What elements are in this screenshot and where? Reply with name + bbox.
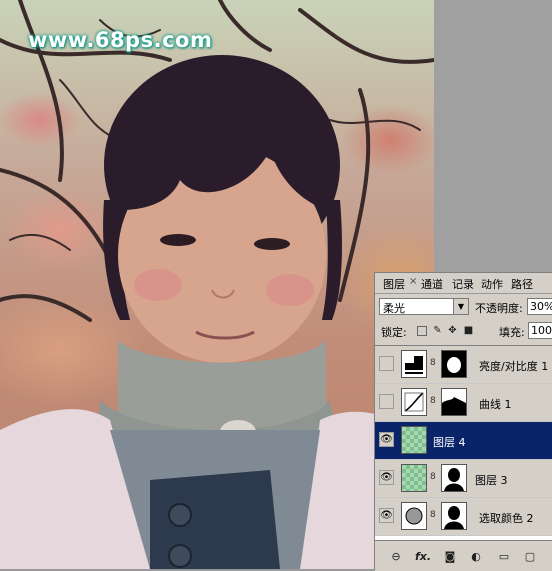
visibility-toggle[interactable] [379,394,394,409]
eye-icon[interactable]: 👁 [379,432,394,447]
watermark-text: www.68ps.com [28,28,213,52]
chain-link-icon[interactable]: 8 [430,396,436,406]
tab-paths[interactable]: 路径 [511,276,533,292]
visibility-toggle[interactable] [379,356,394,371]
mask-icon[interactable]: ◙ [443,550,457,563]
adjustment-selective-color-icon [401,502,427,530]
layer-name: 图层 4 [433,436,466,449]
tab-close-icon[interactable]: × [409,276,417,287]
link-layers-icon[interactable]: ⊖ [389,550,403,563]
layer-row-brightness-contrast[interactable]: 8 亮度/对比度 1 [375,346,552,384]
layer-thumbnail [401,464,427,492]
group-icon[interactable]: ▭ [497,550,511,563]
layer-row-layer-4[interactable]: 👁 图层 4 [375,422,552,460]
layers-panel: 图层 × 通道 记录 动作 路径 柔光 ▼ 不透明度: 30% 锁定: ✎ ✥ … [374,272,552,571]
layer-row-layer-3[interactable]: 👁 8 图层 3 [375,460,552,498]
fill-field[interactable]: 100% [528,322,552,339]
layer-thumbnail [401,426,427,454]
chain-link-icon[interactable]: 8 [430,510,436,520]
chevron-down-icon[interactable]: ▼ [453,299,468,314]
tab-channels[interactable]: 通道 [421,276,443,292]
panel-tab-bar: 图层 × 通道 记录 动作 路径 [375,273,552,294]
layer-mask-thumbnail[interactable] [441,388,467,416]
blend-mode-select[interactable]: 柔光 ▼ [379,298,469,315]
lock-label: 锁定: [381,326,407,339]
layers-bottom-toolbar: ⊖ fx. ◙ ◐ ▭ ▢ [375,540,552,571]
opacity-label: 不透明度: [475,302,523,315]
lock-move-icon[interactable]: ✥ [447,325,458,336]
lock-all-icon[interactable]: ■ [463,325,474,336]
photo-illustration [0,0,434,569]
layer-row-curves[interactable]: 8 曲线 1 [375,384,552,422]
lock-transparency-icon[interactable] [417,326,427,336]
chain-link-icon[interactable]: 8 [430,472,436,482]
fx-icon[interactable]: fx. [415,550,431,563]
photo-canvas[interactable]: www.68ps.com [0,0,434,569]
layer-row-selective-color[interactable]: 👁 8 选取颜色 2 [375,498,552,536]
layer-list: 8 亮度/对比度 1 8 曲线 1 👁 图层 4 👁 8 图层 3 👁 8 选取… [375,345,552,541]
adjustment-icon[interactable]: ◐ [469,550,483,563]
lock-brush-icon[interactable]: ✎ [432,325,443,336]
tab-actions[interactable]: 动作 [481,276,503,292]
layer-name: 选取颜色 2 [479,512,534,525]
layer-mask-thumbnail[interactable] [441,350,467,378]
adjustment-curves-icon [401,388,427,416]
adjustment-brightness-icon [401,350,427,378]
layer-name: 图层 3 [475,474,508,487]
tab-layers[interactable]: 图层 [383,276,405,292]
opacity-field[interactable]: 30% [527,298,552,315]
eye-icon[interactable]: 👁 [379,470,394,485]
layer-mask-thumbnail[interactable] [441,502,467,530]
tab-history[interactable]: 记录 [452,276,474,292]
blend-mode-value: 柔光 [383,302,405,315]
layer-mask-thumbnail[interactable] [441,464,467,492]
lock-row: 锁定: ✎ ✥ ■ 填充: 100% [375,321,552,341]
fill-label: 填充: [499,326,525,339]
new-layer-icon[interactable]: ▢ [523,550,537,563]
eye-icon[interactable]: 👁 [379,508,394,523]
chain-link-icon[interactable]: 8 [430,358,436,368]
layer-name: 曲线 1 [479,398,512,411]
layer-name: 亮度/对比度 1 [479,360,549,373]
